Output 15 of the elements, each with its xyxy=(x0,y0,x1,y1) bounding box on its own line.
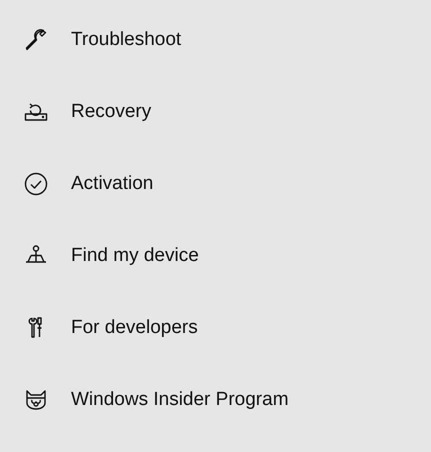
menu-item-label: Activation xyxy=(71,173,154,195)
menu-item[interactable]: Windows Insider Program xyxy=(0,364,431,436)
menu-item[interactable]: For developers xyxy=(0,292,431,364)
cat-icon xyxy=(24,388,48,412)
menu-item[interactable]: Find my device xyxy=(0,220,431,292)
menu-item[interactable]: Troubleshoot xyxy=(0,4,431,76)
menu-item[interactable]: Recovery xyxy=(0,76,431,148)
menu-item-label: For developers xyxy=(71,317,198,339)
wrench-icon xyxy=(24,28,48,52)
menu-item-label: Troubleshoot xyxy=(71,29,182,51)
menu-item[interactable]: Activation xyxy=(0,148,431,220)
checkmark-circle-icon xyxy=(24,172,48,196)
menu-item-label: Recovery xyxy=(71,101,152,123)
menu-item-label: Windows Insider Program xyxy=(71,389,289,411)
menu-item-label: Find my device xyxy=(71,245,199,267)
